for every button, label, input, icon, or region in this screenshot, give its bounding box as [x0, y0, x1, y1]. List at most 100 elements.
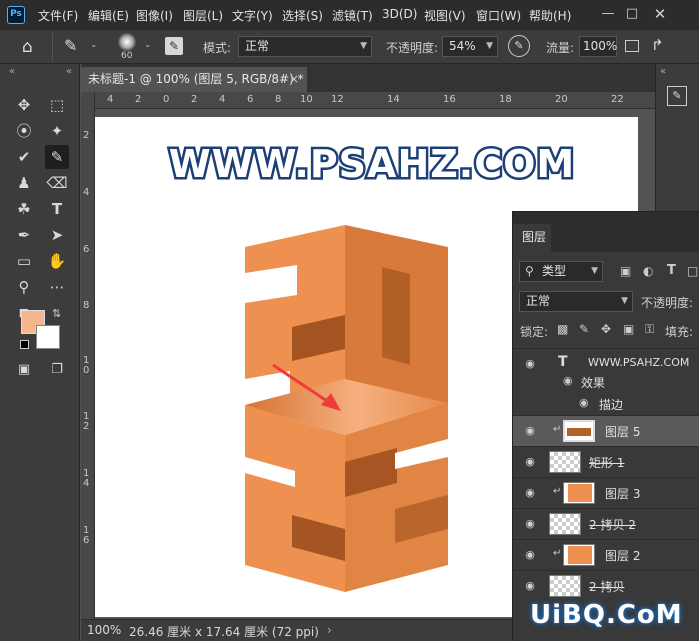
- layer-name: 2 拷贝 2: [589, 518, 636, 532]
- ruler-label: 18: [499, 94, 512, 105]
- swap-colors-icon[interactable]: ⇅: [52, 307, 61, 320]
- layer-row[interactable]: ◉ ↵ 图层 2: [513, 539, 699, 570]
- mode-select[interactable]: 正常 ▼: [238, 36, 372, 57]
- lasso-tool-icon[interactable]: ⦿: [12, 119, 36, 143]
- menu-file[interactable]: 文件(F): [38, 7, 78, 24]
- close-icon[interactable]: ✕: [650, 4, 670, 24]
- chevron-down-icon[interactable]: ⌄: [144, 40, 152, 50]
- layer-row[interactable]: ◉ 2 拷贝 2: [513, 508, 699, 539]
- collapse-icon[interactable]: «: [9, 66, 15, 77]
- filter-type-icon[interactable]: T: [667, 263, 676, 278]
- path-select-icon[interactable]: ➤: [45, 223, 69, 247]
- brush-tip-icon[interactable]: [118, 33, 136, 51]
- layer-effect-stroke-row[interactable]: ◉ 描边: [513, 392, 699, 414]
- collapse-icon[interactable]: «: [66, 66, 72, 77]
- effects-label: 效果: [581, 376, 606, 390]
- ruler-label: 4: [107, 94, 114, 105]
- thumbnail-content: [567, 428, 591, 436]
- chevron-down-icon[interactable]: ⌄: [90, 40, 98, 50]
- visibility-eye-icon[interactable]: ◉: [522, 485, 538, 501]
- ruler-label: 6: [247, 94, 254, 105]
- menu-edit[interactable]: 编辑(E): [88, 7, 129, 24]
- visibility-eye-icon[interactable]: ◉: [563, 374, 573, 387]
- pen-tool-icon[interactable]: ✒: [12, 223, 36, 247]
- bucket-tool-icon[interactable]: ☘: [12, 197, 36, 221]
- menu-help[interactable]: 帮助(H): [529, 7, 571, 24]
- layer-row-selected[interactable]: ◉ ↵ 图层 5: [513, 415, 699, 446]
- lower-front-face: [245, 405, 345, 592]
- menu-window[interactable]: 窗口(W): [476, 7, 521, 24]
- home-icon[interactable]: ⌂: [22, 37, 33, 57]
- close-tab-icon[interactable]: ×: [289, 67, 299, 92]
- lock-position-icon[interactable]: ✥: [601, 322, 611, 336]
- menu-select[interactable]: 选择(S): [282, 7, 323, 24]
- lock-artboard-icon[interactable]: ▣: [623, 322, 634, 336]
- restore-icon[interactable]: □: [622, 4, 642, 24]
- magic-wand-icon[interactable]: ✦: [45, 119, 69, 143]
- menu-3d[interactable]: 3D(D): [382, 7, 417, 21]
- filter-shape-icon[interactable]: □: [687, 264, 698, 278]
- visibility-eye-icon[interactable]: ◉: [579, 396, 589, 409]
- screen-mode-icon[interactable]: ❐: [45, 358, 69, 382]
- stamp-tool-icon[interactable]: ♟: [12, 171, 36, 195]
- filter-pixel-icon[interactable]: ▣: [620, 264, 631, 278]
- tab-layers[interactable]: 图层: [513, 224, 551, 252]
- visibility-eye-icon[interactable]: ◉: [522, 547, 538, 563]
- document-tab[interactable]: 未标题-1 @ 100% (图层 5, RGB/8#) * ×: [81, 67, 307, 92]
- chevron-down-icon: ▼: [591, 266, 598, 276]
- zoom-level[interactable]: 100%: [87, 623, 121, 637]
- move-tool-icon[interactable]: ✥: [12, 93, 36, 117]
- rectangle-tool-icon[interactable]: ▭: [12, 249, 36, 273]
- ruler-label: 1 0: [83, 355, 90, 376]
- layer-filter-select[interactable]: ⚲ 类型 ▼: [519, 261, 603, 282]
- layer-row[interactable]: ◉ 矩形 1: [513, 446, 699, 477]
- layer-effects-row[interactable]: ◉ 效果: [513, 370, 699, 392]
- brush-settings-panel-icon[interactable]: ✎: [667, 86, 687, 106]
- airbrush-icon[interactable]: [625, 40, 639, 52]
- brush-tool-icon[interactable]: ✎: [45, 145, 69, 169]
- menu-type[interactable]: 文字(Y): [232, 7, 273, 24]
- layer-thumbnail: [563, 482, 595, 504]
- visibility-eye-icon[interactable]: ◉: [522, 423, 538, 439]
- document-size[interactable]: 26.46 厘米 x 17.64 厘米 (72 ppi): [129, 623, 319, 640]
- ruler-label: 12: [331, 94, 344, 105]
- smoothing-icon[interactable]: ↱: [651, 36, 664, 54]
- clipping-arrow-icon: ↵: [553, 424, 562, 435]
- minimize-icon[interactable]: —: [598, 4, 618, 24]
- flow-field[interactable]: 100%: [579, 36, 617, 57]
- marquee-tool-icon[interactable]: ⬚: [45, 93, 69, 117]
- lock-all-icon[interactable]: ⚿: [645, 322, 654, 337]
- type-tool-icon[interactable]: T: [45, 197, 69, 221]
- visibility-eye-icon[interactable]: ◉: [522, 516, 538, 532]
- visibility-eye-icon[interactable]: ◉: [522, 578, 538, 594]
- quick-mask-icon[interactable]: ▣: [12, 358, 36, 382]
- lock-transparent-icon[interactable]: ▩: [557, 322, 568, 336]
- hand-tool-icon[interactable]: ✋: [45, 249, 69, 273]
- opacity-field[interactable]: 54% ▼: [442, 36, 498, 57]
- eyedropper-tool-icon[interactable]: ✔: [12, 145, 36, 169]
- brush-settings-icon[interactable]: ✎: [165, 37, 183, 55]
- more-tools-icon[interactable]: ⋯: [45, 275, 69, 299]
- visibility-eye-icon[interactable]: ◉: [522, 454, 538, 470]
- layer-name: WWW.PSAHZ.COM: [588, 356, 690, 369]
- layer-row[interactable]: ◉ 2 拷贝: [513, 570, 699, 601]
- chevron-down-icon: ▼: [486, 41, 493, 51]
- ruler-label: 1 2: [83, 411, 90, 432]
- lock-pixels-icon[interactable]: ✎: [579, 322, 589, 336]
- menu-filter[interactable]: 滤镜(T): [332, 7, 373, 24]
- brush-preset-icon[interactable]: ✎: [64, 36, 77, 55]
- expand-icon[interactable]: «: [660, 66, 666, 77]
- clipping-arrow-icon: ↵: [553, 486, 562, 497]
- filter-adjustment-icon[interactable]: ◐: [643, 264, 653, 278]
- default-colors-icon[interactable]: [20, 340, 29, 349]
- menu-layer[interactable]: 图层(L): [183, 7, 223, 24]
- background-color-swatch[interactable]: [36, 325, 60, 349]
- status-menu-icon[interactable]: ›: [327, 623, 332, 637]
- eraser-tool-icon[interactable]: ⌫: [45, 171, 69, 195]
- pressure-opacity-icon[interactable]: ✎: [508, 35, 530, 57]
- menu-view[interactable]: 视图(V): [424, 7, 466, 24]
- zoom-tool-icon[interactable]: ⚲: [12, 275, 36, 299]
- menu-image[interactable]: 图像(I): [136, 7, 173, 24]
- blend-mode-select[interactable]: 正常 ▼: [519, 291, 633, 312]
- layer-row[interactable]: ◉ ↵ 图层 3: [513, 477, 699, 508]
